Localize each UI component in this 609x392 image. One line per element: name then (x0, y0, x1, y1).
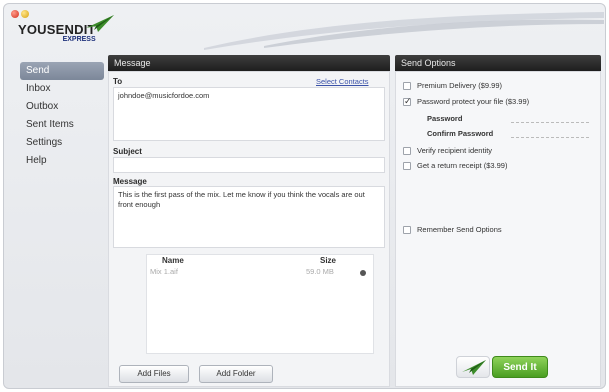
add-folder-button[interactable]: Add Folder (199, 365, 273, 383)
file-row-size: 59.0 MB (306, 267, 334, 276)
subject-field[interactable] (113, 157, 385, 173)
sidebar-item-help[interactable]: Help (20, 152, 104, 170)
file-row-name[interactable]: Mix 1.aif (150, 267, 178, 276)
sidebar: Send Inbox Outbox Sent Items Settings He… (20, 62, 104, 170)
send-area: Send It (456, 356, 552, 382)
send-icon-box (456, 356, 490, 378)
to-field[interactable]: johndoe@musicfordoe.com (113, 87, 385, 141)
message-label: Message (113, 177, 147, 186)
return-receipt-label: Get a return receipt ($3.99) (417, 161, 508, 170)
send-it-button[interactable]: Send It (492, 356, 548, 378)
app-window: YOUSENDIT EXPRESS Send Inbox Outbox Sent… (3, 3, 606, 389)
message-field[interactable]: This is the first pass of the mix. Let m… (113, 186, 385, 248)
logo-subtext: EXPRESS (62, 36, 96, 43)
premium-delivery-label: Premium Delivery ($9.99) (417, 81, 503, 90)
password-label: Password (427, 114, 463, 123)
remember-options-label: Remember Send Options (417, 225, 502, 234)
file-column-name: Name (162, 256, 184, 265)
password-protect-label: Password protect your file ($3.99) (417, 97, 530, 106)
sidebar-item-sent-items[interactable]: Sent Items (20, 116, 104, 134)
scroll-indicator[interactable] (360, 270, 366, 276)
select-contacts-link[interactable]: Select Contacts (316, 77, 369, 86)
verify-identity-checkbox[interactable] (403, 147, 411, 155)
file-column-size: Size (320, 256, 337, 265)
file-list (146, 254, 374, 354)
to-label: To (113, 77, 123, 86)
confirm-password-input[interactable] (511, 128, 589, 138)
app-logo: YOUSENDIT EXPRESS (18, 15, 114, 43)
titlebar-swoosh (204, 12, 604, 50)
verify-identity-label: Verify recipient identity (417, 146, 493, 155)
premium-delivery-checkbox[interactable] (403, 82, 411, 90)
message-panel-header: Message (108, 55, 390, 71)
close-window-button[interactable] (11, 10, 19, 18)
remember-options-checkbox[interactable] (403, 226, 411, 234)
confirm-password-label: Confirm Password (427, 129, 494, 138)
password-protect-checkbox[interactable] (403, 96, 412, 107)
add-files-button[interactable]: Add Files (119, 365, 189, 383)
minimize-window-button[interactable] (21, 10, 29, 18)
return-receipt-checkbox[interactable] (403, 162, 411, 170)
subject-label: Subject (113, 147, 142, 156)
paper-plane-icon (462, 360, 486, 375)
paper-plane-icon (86, 15, 114, 32)
sidebar-item-send[interactable]: Send (20, 62, 104, 80)
sidebar-item-outbox[interactable]: Outbox (20, 98, 104, 116)
send-options-header: Send Options (395, 55, 601, 71)
sidebar-item-settings[interactable]: Settings (20, 134, 104, 152)
sidebar-item-inbox[interactable]: Inbox (20, 80, 104, 98)
password-input[interactable] (511, 113, 589, 123)
